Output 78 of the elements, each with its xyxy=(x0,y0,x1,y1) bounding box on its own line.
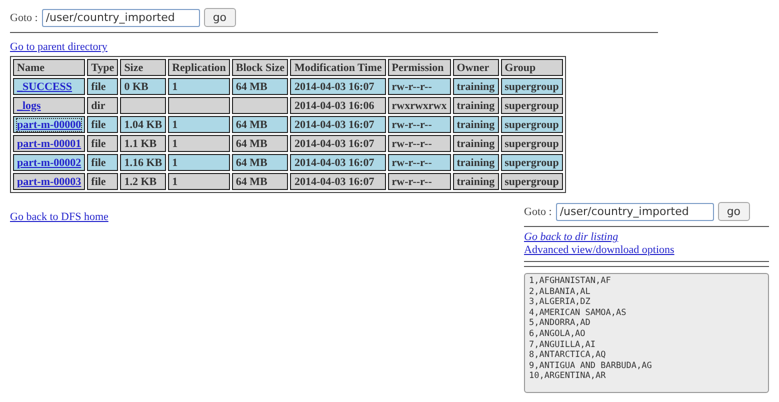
table-cell: training xyxy=(452,173,499,190)
table-cell: supergroup xyxy=(500,135,563,152)
advanced-options-link[interactable]: Advanced view/download options xyxy=(524,244,769,256)
table-cell: rwxrwxrwx xyxy=(388,97,451,114)
table-cell: 1.04 KB xyxy=(120,116,166,133)
table-cell: training xyxy=(452,135,499,152)
table-cell: supergroup xyxy=(500,97,563,114)
table-cell: 1 xyxy=(168,78,230,95)
go-button[interactable]: go xyxy=(718,202,750,221)
column-header: Size xyxy=(120,59,166,76)
table-cell: rw-r--r-- xyxy=(388,173,451,190)
table-cell: file xyxy=(87,78,118,95)
table-cell: 1 xyxy=(168,135,230,152)
table-cell xyxy=(232,97,288,114)
file-line: 9,ANTIGUA AND BARBUDA,AG xyxy=(529,360,653,372)
table-cell: 2014-04-03 16:06 xyxy=(290,97,386,114)
table-cell: 64 MB xyxy=(232,154,288,171)
file-line: 6,ANGOLA,AO xyxy=(529,328,586,340)
table-cell: 2014-04-03 16:07 xyxy=(290,78,386,95)
column-header: Name xyxy=(13,59,86,76)
table-cell: 1.2 KB xyxy=(120,173,166,190)
column-header: Owner xyxy=(452,59,499,76)
file-line: 3,ALGERIA,DZ xyxy=(529,297,592,308)
table-cell: file xyxy=(87,154,118,171)
table-cell: file xyxy=(87,173,118,190)
table-cell: 2014-04-03 16:07 xyxy=(290,135,386,152)
table-cell: dir xyxy=(87,97,118,114)
table-cell: supergroup xyxy=(500,116,563,133)
table-cell: 1.1 KB xyxy=(120,135,166,152)
table-cell: training xyxy=(452,97,499,114)
file-line: 7,ANGUILLA,AI xyxy=(529,340,597,350)
file-line: 8,ANTARCTICA,AQ xyxy=(529,350,607,361)
table-cell: rw-r--r-- xyxy=(388,78,451,95)
table-cell: training xyxy=(452,154,499,171)
table-cell xyxy=(120,97,166,114)
dfs-home-link[interactable]: Go back to DFS home xyxy=(10,211,108,223)
table-cell: 2014-04-03 16:07 xyxy=(290,116,386,133)
table-cell: rw-r--r-- xyxy=(388,116,451,133)
goto-label: Goto : xyxy=(10,12,38,24)
table-cell: 1 xyxy=(168,116,230,133)
parent-directory-link[interactable]: Go to parent directory xyxy=(10,41,108,53)
table-cell: 1 xyxy=(168,154,230,171)
table-cell: 64 MB xyxy=(232,116,288,133)
file-line: 5,ANDORRA,AD xyxy=(529,318,592,329)
column-header: Permission xyxy=(388,59,451,76)
path-input[interactable]: /user/country_imported xyxy=(556,202,714,220)
file-line: 10,ARGENTINA,AR xyxy=(529,371,607,382)
table-cell: rw-r--r-- xyxy=(388,154,451,171)
table-cell: file xyxy=(87,135,118,152)
column-header: Modification Time xyxy=(290,59,386,76)
table-cell: supergroup xyxy=(500,173,563,190)
table-cell: 64 MB xyxy=(232,78,288,95)
file-content-area[interactable]: 1,AFGHANISTAN,AF 2,ALBANIA,AL 3,ALGERIA,DZ 4,AMERICAN SAMOA,AS 5,ANDORRA,AD 6,ANGOLA,AO 7,ANGUILLA,AI 8,ANTARCTICA,AQ 9,ANTIGUA AND BARBUDA,AG 10,ARGENTINA,AR xyxy=(524,273,769,393)
table-cell: supergroup xyxy=(500,154,563,171)
table-cell: supergroup xyxy=(500,78,563,95)
table-cell: 2014-04-03 16:07 xyxy=(290,154,386,171)
path-input[interactable]: /user/country_imported xyxy=(42,8,200,26)
table-cell: training xyxy=(452,78,499,95)
column-header: Block Size xyxy=(232,59,288,76)
table-cell: 64 MB xyxy=(232,173,288,190)
table-cell: 1 xyxy=(168,173,230,190)
table-cell: file xyxy=(87,116,118,133)
column-header: Group xyxy=(500,59,563,76)
table-cell: 2014-04-03 16:07 xyxy=(290,173,386,190)
go-button[interactable]: go xyxy=(204,8,236,27)
table-cell: rw-r--r-- xyxy=(388,135,451,152)
file-line: 2,ALBANIA,AL xyxy=(529,286,592,298)
file-line: 1,AFGHANISTAN,AF xyxy=(529,276,612,287)
table-cell: 0 KB xyxy=(120,78,166,95)
column-header: Type xyxy=(87,59,118,76)
table-cell xyxy=(168,97,230,114)
table-cell: 64 MB xyxy=(232,135,288,152)
file-line: 4,AMERICAN SAMOA,AS xyxy=(529,308,628,318)
goto-label: Goto : xyxy=(524,206,552,218)
table-cell: training xyxy=(452,116,499,133)
column-header: Replication xyxy=(168,59,230,76)
dir-listing-link[interactable]: Go back to dir listing xyxy=(524,231,769,243)
table-cell: 1.16 KB xyxy=(120,154,166,171)
